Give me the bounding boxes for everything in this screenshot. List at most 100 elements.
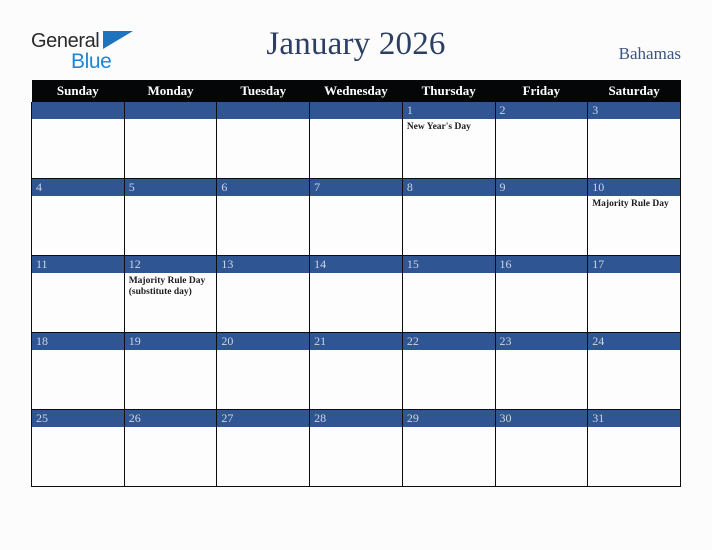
day-number: 17 (588, 256, 680, 273)
day-number (32, 102, 124, 119)
day-events (217, 273, 309, 276)
calendar-day-cell-27[interactable]: 27 (216, 409, 311, 487)
day-number: 25 (32, 410, 124, 427)
day-number (310, 102, 402, 119)
calendar-weekday-header: Sunday Monday Tuesday Wednesday Thursday Frid… (31, 80, 681, 102)
calendar-day-cell-21[interactable]: 21 (309, 332, 403, 410)
day-number: 27 (217, 410, 310, 427)
day-events: Majority Rule Day (substitute day) (125, 273, 217, 298)
day-events (310, 196, 402, 199)
day-events (403, 273, 495, 276)
day-events: New Year's Day (403, 119, 495, 133)
day-number: 12 (124, 256, 217, 273)
day-events (217, 119, 309, 122)
calendar-day-cell-24[interactable]: 24 (587, 332, 681, 410)
calendar-day-cell-28[interactable]: 28 (309, 409, 403, 487)
calendar-day-cell-3[interactable]: 3 (587, 102, 681, 179)
calendar-week-row: 1 New Year's Day 2 3 (31, 102, 681, 179)
page-title: January 2026 (266, 26, 446, 62)
calendar-day-cell-empty[interactable] (216, 102, 311, 179)
calendar-day-cell-8[interactable]: 8 (401, 178, 496, 256)
calendar-day-cell-30[interactable]: 30 (494, 409, 589, 487)
calendar-day-cell-1[interactable]: 1 New Year's Day (401, 102, 496, 179)
weekday-header-row: Sunday Monday Tuesday Wednesday Thursday Frid… (31, 80, 681, 102)
day-events (588, 350, 680, 353)
calendar-body: 1 New Year's Day 2 3 4 5 6 7 8 9 10 Majority Rule D… (31, 102, 681, 487)
calendar-day-cell-12[interactable]: 12 Majority Rule Day (substitute day) (123, 255, 218, 333)
day-events (32, 350, 124, 353)
calendar-day-cell-31[interactable]: 31 (587, 409, 681, 487)
day-events (588, 119, 680, 122)
calendar-page: General Blue January 2026 Bahamas Sunday… (0, 0, 712, 550)
holiday-label: Majority Rule Day (substitute day) (128, 276, 206, 297)
calendar-day-cell-16[interactable]: 16 (494, 255, 589, 333)
calendar-day-cell-empty[interactable] (31, 102, 125, 179)
calendar-day-cell-2[interactable]: 2 (494, 102, 589, 179)
day-events (403, 196, 495, 199)
day-events (125, 119, 217, 122)
calendar-grid: Sunday Monday Tuesday Wednesday Thursday Frid… (31, 80, 681, 487)
day-number: 1 (402, 102, 495, 119)
calendar-day-cell-23[interactable]: 23 (494, 332, 589, 410)
weekday-header-friday: Friday (495, 80, 588, 102)
day-number: 6 (217, 179, 310, 196)
weekday-header-thursday: Thursday (402, 80, 496, 102)
calendar-day-cell-19[interactable]: 19 (123, 332, 218, 410)
calendar-week-row: 18 19 20 21 22 23 24 (31, 332, 681, 410)
calendar-day-cell-empty[interactable] (309, 102, 403, 179)
day-number (217, 102, 310, 119)
day-events (496, 350, 588, 353)
calendar-day-cell-11[interactable]: 11 (31, 255, 125, 333)
day-events (217, 350, 309, 353)
calendar-day-cell-7[interactable]: 7 (309, 178, 403, 256)
calendar-week-row: 4 5 6 7 8 9 10 Majority Rule Day (31, 178, 681, 256)
holiday-label: New Year's Day (406, 122, 471, 132)
calendar-day-cell-6[interactable]: 6 (216, 178, 311, 256)
day-events (32, 427, 124, 430)
day-number: 24 (588, 333, 680, 350)
calendar-day-cell-9[interactable]: 9 (494, 178, 589, 256)
day-events (32, 119, 124, 122)
day-number: 22 (402, 333, 495, 350)
calendar-day-cell-5[interactable]: 5 (123, 178, 218, 256)
weekday-header-sunday: Sunday (31, 80, 125, 102)
calendar-day-cell-25[interactable]: 25 (31, 409, 125, 487)
day-events (496, 273, 588, 276)
day-events (125, 350, 217, 353)
calendar-day-cell-empty[interactable] (123, 102, 218, 179)
calendar-day-cell-22[interactable]: 22 (401, 332, 496, 410)
calendar-day-cell-10[interactable]: 10 Majority Rule Day (587, 178, 681, 256)
calendar-day-cell-14[interactable]: 14 (309, 255, 403, 333)
day-events (32, 196, 124, 199)
day-events (403, 427, 495, 430)
calendar-day-cell-13[interactable]: 13 (216, 255, 311, 333)
day-number: 3 (588, 102, 680, 119)
calendar-day-cell-17[interactable]: 17 (587, 255, 681, 333)
day-number (124, 102, 217, 119)
day-events (125, 196, 217, 199)
day-number: 10 (588, 179, 680, 196)
day-events (588, 273, 680, 276)
day-number: 20 (217, 333, 310, 350)
day-number: 16 (495, 256, 588, 273)
day-number: 5 (124, 179, 217, 196)
day-events (496, 427, 588, 430)
day-events (310, 427, 402, 430)
day-number: 26 (124, 410, 217, 427)
day-number: 31 (588, 410, 680, 427)
weekday-header-saturday: Saturday (587, 80, 681, 102)
calendar-day-cell-15[interactable]: 15 (401, 255, 496, 333)
calendar-day-cell-18[interactable]: 18 (31, 332, 125, 410)
calendar-day-cell-26[interactable]: 26 (123, 409, 218, 487)
weekday-header-wednesday: Wednesday (309, 80, 403, 102)
day-events (217, 196, 309, 199)
day-events (588, 427, 680, 430)
day-events (496, 196, 588, 199)
weekday-header-monday: Monday (124, 80, 217, 102)
day-events (496, 119, 588, 122)
country-label: Bahamas (618, 44, 681, 63)
calendar-day-cell-4[interactable]: 4 (31, 178, 125, 256)
day-number: 2 (495, 102, 588, 119)
calendar-day-cell-29[interactable]: 29 (401, 409, 496, 487)
calendar-day-cell-20[interactable]: 20 (216, 332, 311, 410)
